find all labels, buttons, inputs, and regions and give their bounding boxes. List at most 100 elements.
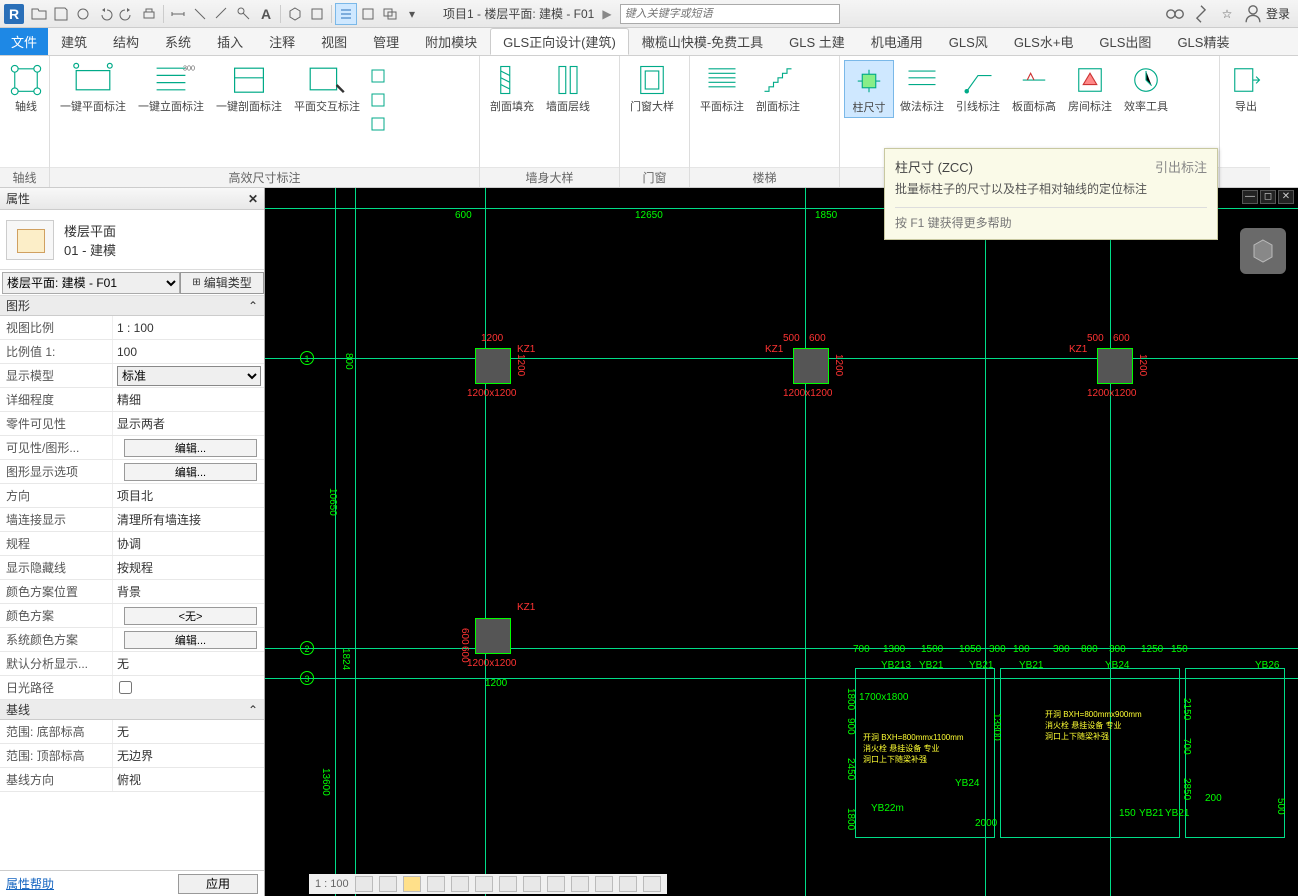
- tab-gls-civil[interactable]: GLS 土建: [776, 28, 858, 55]
- tool-column-dim[interactable]: 柱尺寸: [844, 60, 894, 118]
- tool-elev-dim[interactable]: 300一键立面标注: [132, 60, 210, 116]
- tab-manage[interactable]: 管理: [360, 28, 412, 55]
- small-tool-1[interactable]: [367, 65, 389, 87]
- prop-value[interactable]: 无: [112, 720, 264, 743]
- tool-room-dim[interactable]: 房间标注: [1062, 60, 1118, 116]
- tool-axis[interactable]: 轴线: [4, 60, 48, 116]
- prop-value[interactable]: 编辑...: [112, 436, 264, 459]
- tool-leader-dim[interactable]: 引线标注: [950, 60, 1006, 116]
- save-icon[interactable]: [50, 3, 72, 25]
- prop-edit-button[interactable]: <无>: [124, 607, 256, 625]
- tool-section-fill[interactable]: 剖面填充: [484, 60, 540, 116]
- dropdown-icon[interactable]: ▾: [401, 3, 423, 25]
- tab-arch[interactable]: 建筑: [48, 28, 100, 55]
- tab-gls-wind[interactable]: GLS风: [936, 28, 1001, 55]
- prop-value[interactable]: 1 : 100: [112, 316, 264, 339]
- prop-edit-button[interactable]: 编辑...: [124, 463, 256, 481]
- tab-olive[interactable]: 橄榄山快模-免费工具: [629, 28, 776, 55]
- prop-value[interactable]: 按规程: [112, 556, 264, 579]
- vb-style-icon[interactable]: [379, 876, 397, 892]
- prop-value[interactable]: 编辑...: [112, 628, 264, 651]
- view-maximize-icon[interactable]: ◻: [1260, 190, 1276, 204]
- prop-checkbox[interactable]: [119, 681, 132, 694]
- drawing-canvas[interactable]: — ◻ ✕ 1 2 3 600 12650 1850 4800 1150 315…: [265, 188, 1298, 896]
- scale-label[interactable]: 1 : 100: [315, 878, 349, 890]
- vb-hide-icon[interactable]: [523, 876, 541, 892]
- tab-gls-deco[interactable]: GLS精装: [1164, 28, 1242, 55]
- section-icon[interactable]: [306, 3, 328, 25]
- properties-help-link[interactable]: 属性帮助: [6, 875, 54, 892]
- prop-value[interactable]: 精细: [112, 388, 264, 411]
- tab-insert[interactable]: 插入: [204, 28, 256, 55]
- prop-edit-button[interactable]: 编辑...: [124, 631, 256, 649]
- measure-icon[interactable]: [167, 3, 189, 25]
- dim-icon[interactable]: [211, 3, 233, 25]
- user-icon[interactable]: [1242, 3, 1264, 25]
- binoculars-icon[interactable]: [1164, 3, 1186, 25]
- tab-addins[interactable]: 附加模块: [412, 28, 490, 55]
- vb-link-icon[interactable]: [643, 876, 661, 892]
- text-icon[interactable]: A: [255, 3, 277, 25]
- vb-props-icon[interactable]: [595, 876, 613, 892]
- tool-wall-layer[interactable]: 墙面层线: [540, 60, 596, 116]
- tool-section-dim[interactable]: 一键剖面标注: [210, 60, 288, 116]
- close-icon[interactable]: ✕: [248, 192, 258, 206]
- prop-value[interactable]: 无边界: [112, 744, 264, 767]
- type-selector[interactable]: 楼层平面 01 - 建模: [0, 210, 264, 270]
- view-close-icon[interactable]: ✕: [1278, 190, 1294, 204]
- tool-slab-elev[interactable]: 板面标高: [1006, 60, 1062, 116]
- small-tool-2[interactable]: [367, 89, 389, 111]
- vb-crop-icon[interactable]: [475, 876, 493, 892]
- 3d-icon[interactable]: [284, 3, 306, 25]
- tool-method-dim[interactable]: 做法标注: [894, 60, 950, 116]
- prop-value[interactable]: 无: [112, 652, 264, 675]
- apply-button[interactable]: 应用: [178, 874, 258, 894]
- nav-cube[interactable]: [1240, 228, 1286, 274]
- category-baseline[interactable]: 基线⌃: [0, 700, 264, 720]
- prop-select[interactable]: 标准: [117, 366, 261, 386]
- small-tool-3[interactable]: [367, 113, 389, 135]
- prop-value[interactable]: [112, 676, 264, 699]
- vb-sun-icon[interactable]: [403, 876, 421, 892]
- prop-value[interactable]: 编辑...: [112, 460, 264, 483]
- tool-stair-plan[interactable]: 平面标注: [694, 60, 750, 116]
- prop-value[interactable]: 标准: [112, 364, 264, 387]
- tool-export[interactable]: 导出: [1224, 60, 1268, 116]
- view-minimize-icon[interactable]: —: [1242, 190, 1258, 204]
- tab-system[interactable]: 系统: [152, 28, 204, 55]
- search-input[interactable]: [620, 4, 840, 24]
- switch-window-icon[interactable]: [379, 3, 401, 25]
- login-label[interactable]: 登录: [1266, 5, 1290, 22]
- tab-view[interactable]: 视图: [308, 28, 360, 55]
- tool-plan-dim[interactable]: 一键平面标注: [54, 60, 132, 116]
- undo-icon[interactable]: [94, 3, 116, 25]
- tag-icon[interactable]: [233, 3, 255, 25]
- prop-value[interactable]: 清理所有墙连接: [112, 508, 264, 531]
- tab-gls-water[interactable]: GLS水+电: [1001, 28, 1087, 55]
- prop-value[interactable]: 背景: [112, 580, 264, 603]
- close-hidden-icon[interactable]: [357, 3, 379, 25]
- star-icon[interactable]: ☆: [1216, 3, 1238, 25]
- tab-mep[interactable]: 机电通用: [858, 28, 936, 55]
- thin-lines-icon[interactable]: [335, 3, 357, 25]
- tool-door-window[interactable]: 门窗大样: [624, 60, 680, 116]
- tab-gls-plot[interactable]: GLS出图: [1086, 28, 1164, 55]
- prop-value[interactable]: 俯视: [112, 768, 264, 791]
- vb-filter-icon[interactable]: [619, 876, 637, 892]
- tool-interactive-dim[interactable]: 平面交互标注: [288, 60, 366, 116]
- vb-reveal-icon[interactable]: [571, 876, 589, 892]
- redo-icon[interactable]: [116, 3, 138, 25]
- prop-value[interactable]: 项目北: [112, 484, 264, 507]
- vb-shadow-icon[interactable]: [427, 876, 445, 892]
- edit-type-button[interactable]: ⊞编辑类型: [180, 272, 264, 294]
- vb-crop2-icon[interactable]: [499, 876, 517, 892]
- vb-detail-icon[interactable]: [355, 876, 373, 892]
- tool-efficiency[interactable]: 效率工具: [1118, 60, 1174, 116]
- sync-icon[interactable]: [72, 3, 94, 25]
- prop-value[interactable]: 显示两者: [112, 412, 264, 435]
- prop-value[interactable]: 100: [112, 340, 264, 363]
- exchange-icon[interactable]: [1190, 3, 1212, 25]
- tab-annotate[interactable]: 注释: [256, 28, 308, 55]
- align-icon[interactable]: [189, 3, 211, 25]
- print-icon[interactable]: [138, 3, 160, 25]
